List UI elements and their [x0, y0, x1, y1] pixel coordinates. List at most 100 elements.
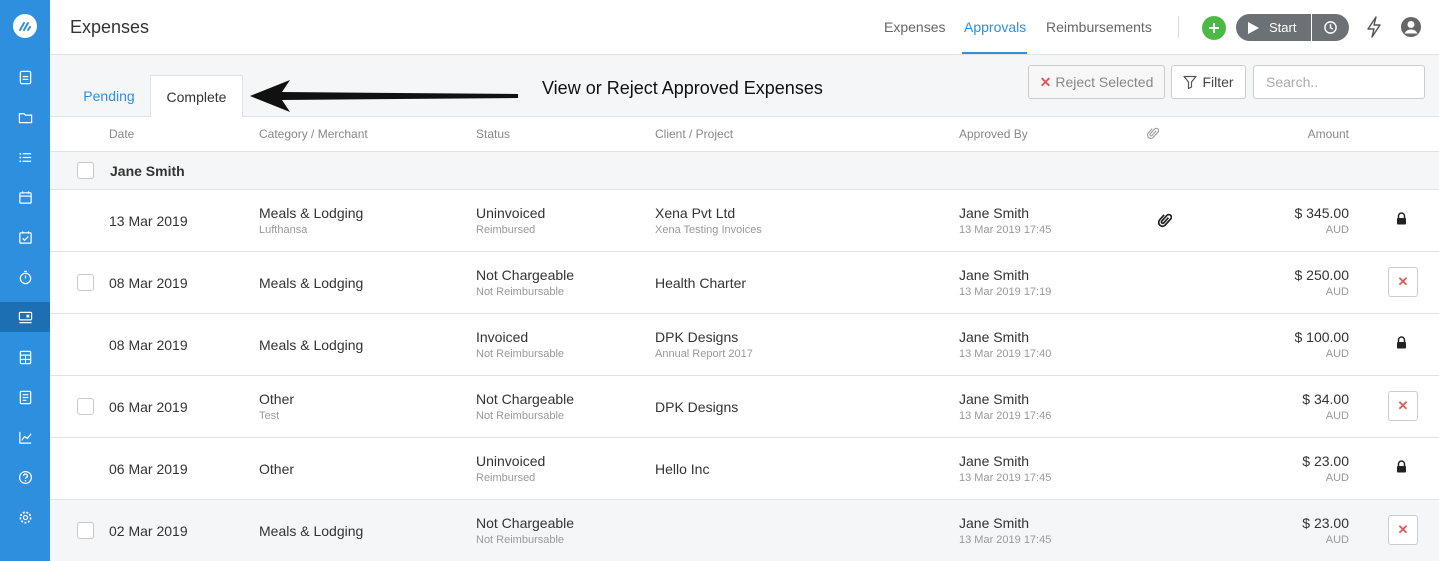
sidebar-item-tasks[interactable] [0, 142, 50, 172]
reports-icon [18, 431, 32, 444]
close-icon: ✕ [1397, 274, 1409, 289]
attachment-icon[interactable] [1158, 212, 1172, 228]
row-checkbox[interactable] [77, 398, 94, 415]
expense-rows: 13 Mar 2019 Meals & Lodging Lufthansa Un… [50, 190, 1439, 561]
row-currency: AUD [1325, 472, 1349, 484]
sidebar-item-dashboard[interactable] [0, 62, 50, 92]
invoice-icon [19, 390, 31, 404]
row-approver: Jane Smith [959, 267, 1030, 283]
row-date: 08 Mar 2019 [109, 275, 188, 291]
filter-label: Filter [1202, 74, 1234, 90]
app-logo-icon[interactable] [13, 14, 37, 38]
row-amount: $ 100.00 [1294, 329, 1350, 345]
active-nav-indicator [962, 52, 1027, 54]
row-category: Meals & Lodging [259, 275, 364, 291]
start-label: Start [1269, 20, 1297, 35]
dashboard-icon [19, 70, 31, 84]
table-row[interactable]: 08 Mar 2019 Meals & Lodging Not Chargeab… [50, 252, 1439, 314]
row-client: Health Charter [655, 275, 747, 291]
col-client[interactable]: Client / Project [655, 127, 733, 141]
row-status: Uninvoiced [476, 453, 546, 469]
annotation-arrow-icon [250, 80, 518, 112]
close-icon: ✕ [1397, 398, 1409, 413]
filter-button[interactable]: Filter [1171, 65, 1246, 99]
row-category: Meals & Lodging [259, 523, 364, 539]
calendar-check-icon [18, 230, 32, 244]
user-avatar-icon[interactable] [1400, 16, 1422, 38]
row-status-sub: Not Reimbursable [476, 534, 565, 546]
sidebar-item-timer[interactable] [0, 262, 50, 292]
row-status-sub: Not Reimbursable [476, 286, 565, 298]
table-header: Date Category / Merchant Status Client /… [50, 117, 1439, 152]
clock-icon [1324, 21, 1337, 34]
table-row[interactable]: 06 Mar 2019 Other Uninvoiced Reimbursed … [50, 438, 1439, 500]
tasks-icon [18, 152, 31, 162]
col-category[interactable]: Category / Merchant [259, 127, 368, 141]
row-date: 06 Mar 2019 [109, 461, 188, 477]
search-input[interactable] [1253, 65, 1425, 99]
sidebar-item-calculator[interactable] [0, 342, 50, 372]
sidebar-item-settings[interactable] [0, 502, 50, 532]
row-status-sub: Reimbursed [476, 472, 536, 484]
row-client: Hello Inc [655, 461, 710, 477]
col-date[interactable]: Date [109, 127, 134, 141]
reject-row-button[interactable]: ✕ [1388, 515, 1418, 545]
sidebar-item-invoices[interactable] [0, 382, 50, 412]
tab-complete[interactable]: Complete [150, 75, 243, 118]
play-icon [1248, 21, 1259, 34]
row-checkbox[interactable] [77, 522, 94, 539]
sidebar [0, 0, 50, 561]
row-amount: $ 23.00 [1302, 453, 1349, 469]
settings-icon [19, 511, 31, 523]
group-checkbox[interactable] [77, 162, 94, 179]
sidebar-item-calendar[interactable] [0, 182, 50, 212]
row-status-sub: Not Reimbursable [476, 410, 565, 422]
calculator-icon [19, 350, 31, 364]
timer-icon [19, 270, 31, 284]
sidebar-item-projects[interactable] [0, 102, 50, 132]
bolt-icon[interactable] [1364, 16, 1384, 38]
col-approved-by[interactable]: Approved By [959, 127, 1028, 141]
row-status: Not Chargeable [476, 515, 575, 531]
row-category: Other [259, 461, 295, 477]
sidebar-item-expenses[interactable] [0, 302, 50, 332]
sidebar-item-help[interactable] [0, 462, 50, 492]
row-checkbox[interactable] [77, 274, 94, 291]
paperclip-icon [1147, 127, 1159, 139]
start-timer-button[interactable]: Start [1236, 14, 1311, 41]
table-row[interactable]: 02 Mar 2019 Meals & Lodging Not Chargeab… [50, 500, 1439, 561]
row-merchant: Test [259, 410, 280, 422]
reject-row-button[interactable]: ✕ [1388, 267, 1418, 297]
nav-expenses[interactable]: Expenses [884, 19, 945, 35]
table-row[interactable]: 06 Mar 2019 Other Test Not Chargeable No… [50, 376, 1439, 438]
table-row[interactable]: 13 Mar 2019 Meals & Lodging Lufthansa Un… [50, 190, 1439, 252]
timer-history-button[interactable] [1312, 14, 1349, 41]
table-row[interactable]: 08 Mar 2019 Meals & Lodging Invoiced Not… [50, 314, 1439, 376]
annotation-text: View or Reject Approved Expenses [542, 78, 823, 98]
row-status-sub: Reimbursed [476, 224, 536, 236]
row-client: DPK Designs [655, 399, 739, 415]
col-status[interactable]: Status [476, 127, 510, 141]
col-amount[interactable]: Amount [1308, 127, 1349, 141]
add-button[interactable] [1202, 16, 1226, 40]
reject-selected-button[interactable]: ✕ Reject Selected [1028, 65, 1165, 99]
sub-toolbar: Pending Complete View or Reject Approved… [50, 55, 1439, 118]
lock-icon [1397, 460, 1406, 473]
calendar-icon [18, 190, 32, 204]
sidebar-item-reports[interactable] [0, 422, 50, 452]
row-amount: $ 250.00 [1294, 267, 1350, 283]
row-project: Annual Report 2017 [655, 348, 753, 360]
top-header: Expenses Expenses Approvals Reimbursemen… [50, 0, 1439, 55]
row-currency: AUD [1325, 286, 1349, 298]
nav-reimbursements[interactable]: Reimbursements [1046, 19, 1152, 35]
row-category: Meals & Lodging [259, 205, 364, 221]
row-status: Invoiced [476, 329, 529, 345]
row-amount: $ 23.00 [1302, 515, 1349, 531]
nav-approvals[interactable]: Approvals [964, 19, 1026, 35]
row-approved-at: 13 Mar 2019 17:19 [959, 286, 1052, 298]
row-approved-at: 13 Mar 2019 17:45 [959, 224, 1052, 236]
reject-row-button[interactable]: ✕ [1388, 391, 1418, 421]
help-icon [18, 470, 32, 484]
sidebar-item-schedule[interactable] [0, 222, 50, 252]
tab-pending[interactable]: Pending [68, 75, 150, 117]
